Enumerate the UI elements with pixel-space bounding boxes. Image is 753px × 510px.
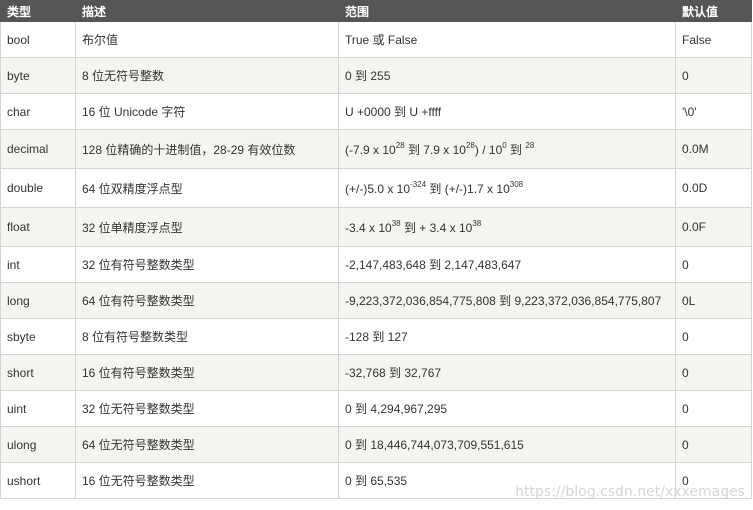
table-row: short 16 位有符号整数类型 -32,768 到 32,767 0: [0, 354, 752, 391]
cell-type: byte: [0, 57, 76, 94]
cell-default: 0: [675, 318, 752, 355]
cell-default: '\0': [675, 93, 752, 130]
table-row: sbyte 8 位有符号整数类型 -128 到 127 0: [0, 318, 752, 355]
cell-range: -3.4 x 1038 到 + 3.4 x 1038: [338, 207, 676, 247]
cell-type: bool: [0, 21, 76, 58]
cell-type: float: [0, 207, 76, 247]
header-default: 默认值: [675, 0, 752, 22]
range-exponent: 28: [465, 140, 475, 150]
cell-description: 16 位无符号整数类型: [75, 462, 339, 499]
header-description: 描述: [75, 0, 339, 22]
cell-type: sbyte: [0, 318, 76, 355]
cell-description: 64 位无符号整数类型: [75, 426, 339, 463]
cell-range: 0 到 18,446,744,073,709,551,615: [338, 426, 676, 463]
table-row: ushort 16 位无符号整数类型 0 到 65,535 0: [0, 462, 752, 499]
range-text: 到 + 3.4 x 10: [400, 220, 473, 235]
header-type: 类型: [0, 0, 76, 22]
cell-type: long: [0, 282, 76, 319]
range-text: (-7.9 x 10: [345, 142, 396, 157]
cell-range: (-7.9 x 1028 到 7.9 x 1028) / 100 到 28: [338, 129, 676, 169]
cell-type: ushort: [0, 462, 76, 499]
table-row: long 64 位有符号整数类型 -9,223,372,036,854,775,…: [0, 282, 752, 319]
cell-default: 0: [675, 426, 752, 463]
table-row: decimal 128 位精确的十进制值，28-29 有效位数 (-7.9 x …: [0, 129, 752, 169]
cell-description: 32 位无符号整数类型: [75, 390, 339, 427]
range-text: ) / 10: [474, 142, 503, 157]
cell-type: char: [0, 93, 76, 130]
cell-description: 32 位单精度浮点型: [75, 207, 339, 247]
table-row: uint 32 位无符号整数类型 0 到 4,294,967,295 0: [0, 390, 752, 427]
cell-range: -2,147,483,648 到 2,147,483,647: [338, 246, 676, 283]
cell-description: 128 位精确的十进制值，28-29 有效位数: [75, 129, 339, 169]
range-exponent: 38: [391, 218, 401, 228]
cell-default: 0: [675, 246, 752, 283]
cell-range: U +0000 到 U +ffff: [338, 93, 676, 130]
cell-default: 0: [675, 462, 752, 499]
cell-default: 0L: [675, 282, 752, 319]
cell-range: True 或 False: [338, 21, 676, 58]
cell-default: 0: [675, 390, 752, 427]
cell-description: 64 位双精度浮点型: [75, 168, 339, 208]
data-types-table: 类型 描述 范围 默认值 bool 布尔值 True 或 False False…: [0, 0, 752, 499]
cell-description: 16 位 Unicode 字符: [75, 93, 339, 130]
table-row: double 64 位双精度浮点型 (+/-)5.0 x 10-324 到 (+…: [0, 168, 752, 208]
range-text: 到 7.9 x 10: [404, 142, 466, 157]
cell-default: False: [675, 21, 752, 58]
table-row: byte 8 位无符号整数 0 到 255 0: [0, 57, 752, 94]
range-text: 到 (+/-)1.7 x 10: [426, 181, 510, 196]
table-row: float 32 位单精度浮点型 -3.4 x 1038 到 + 3.4 x 1…: [0, 207, 752, 247]
cell-type: short: [0, 354, 76, 391]
range-exponent: 38: [472, 218, 482, 228]
cell-description: 布尔值: [75, 21, 339, 58]
range-exponent: 28: [395, 140, 405, 150]
table-row: ulong 64 位无符号整数类型 0 到 18,446,744,073,709…: [0, 426, 752, 463]
cell-range: 0 到 65,535: [338, 462, 676, 499]
cell-default: 0: [675, 57, 752, 94]
cell-range: 0 到 255: [338, 57, 676, 94]
cell-description: 8 位无符号整数: [75, 57, 339, 94]
cell-range: (+/-)5.0 x 10-324 到 (+/-)1.7 x 10308: [338, 168, 676, 208]
table-row: int 32 位有符号整数类型 -2,147,483,648 到 2,147,4…: [0, 246, 752, 283]
table-row: bool 布尔值 True 或 False False: [0, 21, 752, 58]
range-exponent: -324: [410, 179, 427, 189]
cell-type: ulong: [0, 426, 76, 463]
range-text: (+/-)5.0 x 10: [345, 181, 411, 196]
cell-description: 64 位有符号整数类型: [75, 282, 339, 319]
cell-type: double: [0, 168, 76, 208]
table-header-row: 类型 描述 范围 默认值: [0, 0, 752, 22]
cell-default: 0.0D: [675, 168, 752, 208]
cell-type: int: [0, 246, 76, 283]
range-text: -3.4 x 10: [345, 220, 392, 235]
cell-range: -128 到 127: [338, 318, 676, 355]
range-exponent: 28: [525, 140, 535, 150]
cell-description: 8 位有符号整数类型: [75, 318, 339, 355]
cell-type: uint: [0, 390, 76, 427]
range-exponent: 0: [502, 140, 507, 150]
cell-description: 16 位有符号整数类型: [75, 354, 339, 391]
table-row: char 16 位 Unicode 字符 U +0000 到 U +ffff '…: [0, 93, 752, 130]
range-text: 到: [506, 142, 526, 157]
header-range: 范围: [338, 0, 676, 22]
cell-range: -9,223,372,036,854,775,808 到 9,223,372,0…: [338, 282, 676, 319]
cell-range: 0 到 4,294,967,295: [338, 390, 676, 427]
cell-default: 0.0M: [675, 129, 752, 169]
cell-default: 0: [675, 354, 752, 391]
range-exponent: 308: [509, 179, 524, 189]
cell-default: 0.0F: [675, 207, 752, 247]
cell-type: decimal: [0, 129, 76, 169]
cell-description: 32 位有符号整数类型: [75, 246, 339, 283]
cell-range: -32,768 到 32,767: [338, 354, 676, 391]
